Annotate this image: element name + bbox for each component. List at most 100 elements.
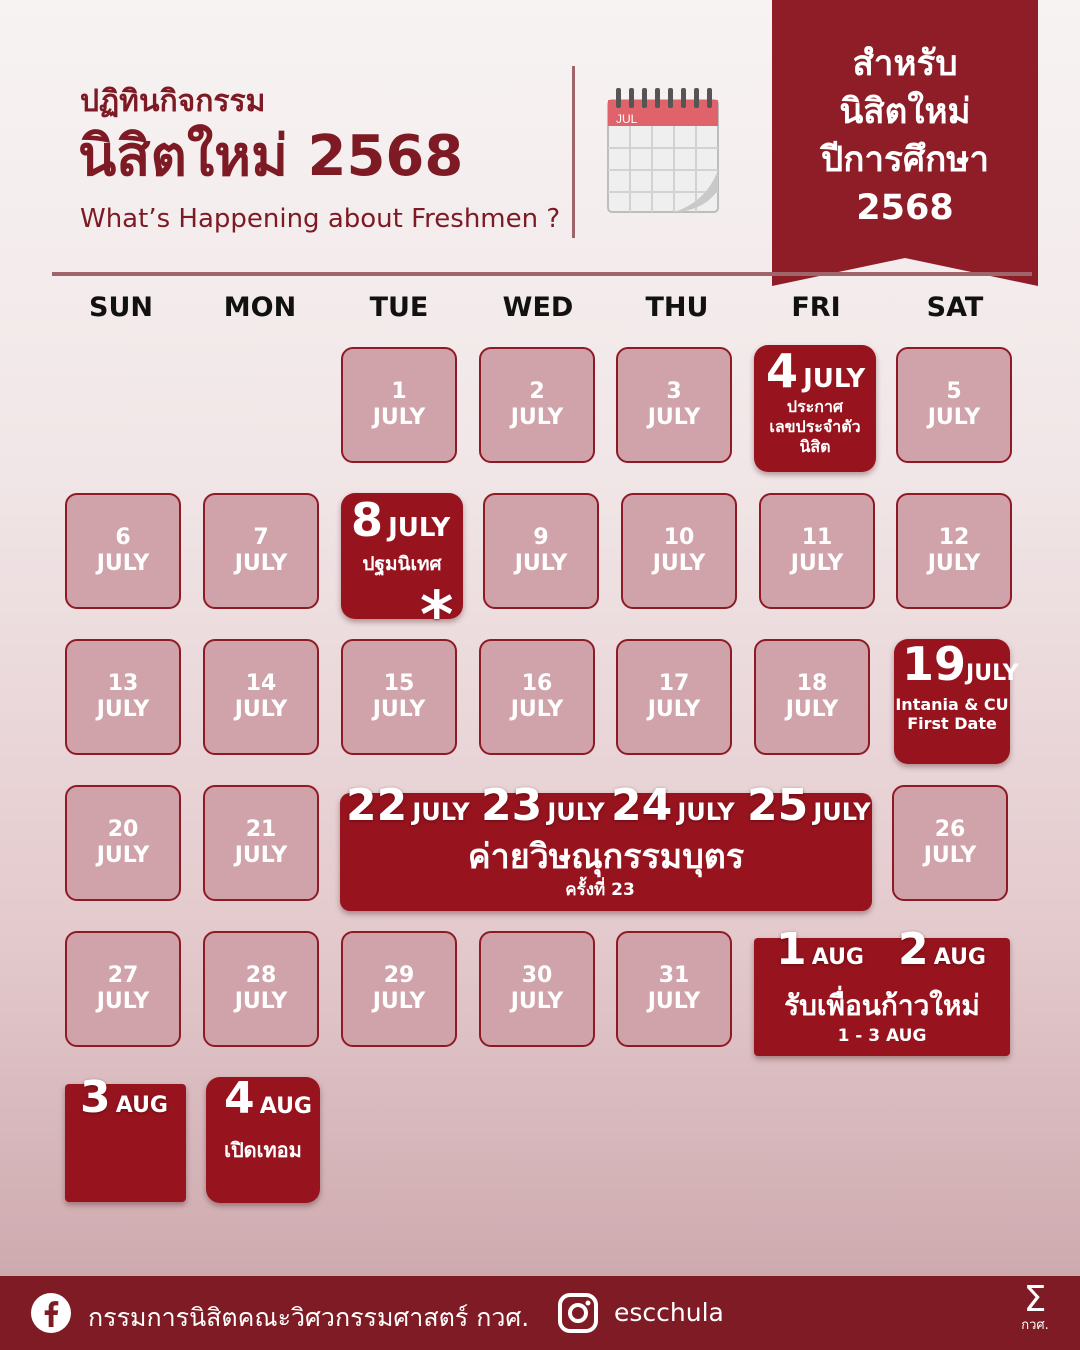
event-month: JULY — [966, 661, 1019, 686]
day-cell[interactable]: 20 JULY — [65, 785, 181, 901]
day-month: JULY — [785, 697, 839, 722]
event-3-aug-date: 3 AUG — [80, 1072, 168, 1123]
facebook-page-name[interactable]: กรรมการนิสิตคณะวิศวกรรมศาสตร์ กวศ. — [88, 1298, 529, 1338]
day-cell[interactable]: 21 JULY — [203, 785, 319, 901]
weekday-mon: MON — [223, 292, 297, 323]
day-cell[interactable]: 17 JULY — [616, 639, 732, 755]
day-number: 13 — [107, 671, 139, 696]
day-number: 27 — [107, 963, 139, 988]
day-month: JULY — [96, 551, 150, 576]
event-month: AUG — [259, 1094, 312, 1119]
banner: สำหรับ นิสิตใหม่ ปีการศึกษา 2568 — [772, 0, 1038, 286]
event-label-line: ประกาศ — [786, 397, 844, 416]
event-label-line: First Date — [907, 714, 997, 733]
day-cell[interactable]: 6 JULY — [65, 493, 181, 609]
welcome-title: รับเพื่อนก้าวใหม่ — [784, 989, 980, 1022]
esc-logo: Σ กวศ. — [1010, 1282, 1060, 1334]
day-cell[interactable]: 28 JULY — [203, 931, 319, 1047]
day-cell[interactable]: 29 JULY — [341, 931, 457, 1047]
event-4-july[interactable]: 4 JULY ประกาศ เลขประจำตัว นิสิต — [754, 345, 876, 472]
day-cell[interactable]: 9 JULY — [483, 493, 599, 609]
day-month: JULY — [96, 697, 150, 722]
day-month: JULY — [372, 989, 426, 1014]
day-cell[interactable]: 10 JULY — [621, 493, 737, 609]
calendar-divider — [52, 272, 1032, 276]
camp-subtitle: ครั้งที่ 23 — [565, 880, 635, 900]
day-cell[interactable]: 12 JULY — [896, 493, 1012, 609]
day-cell[interactable]: 3 JULY — [616, 347, 732, 463]
event-day: 25 — [747, 780, 809, 831]
day-number: 21 — [245, 817, 277, 842]
day-cell[interactable]: 26 JULY — [892, 785, 1008, 901]
day-cell[interactable]: 31 JULY — [616, 931, 732, 1047]
day-number: 1 — [391, 379, 407, 404]
banner-line-4: 2568 — [856, 188, 954, 228]
day-cell[interactable]: 11 JULY — [759, 493, 875, 609]
day-number: 26 — [934, 817, 966, 842]
welcome-day-1: 1 AUG — [776, 924, 864, 975]
event-label: ปฐมนิเทศ — [362, 553, 442, 575]
day-number: 10 — [663, 525, 695, 550]
title-line-2: นิสิตใหม่ 2568 — [78, 124, 464, 189]
day-cell[interactable]: 18 JULY — [754, 639, 870, 755]
day-number: 31 — [658, 963, 690, 988]
event-day: 2 — [898, 924, 929, 975]
title-line-1: ปฏิทินกิจกรรม — [80, 84, 266, 119]
event-month: JULY — [388, 513, 451, 543]
day-number: 16 — [521, 671, 553, 696]
day-cell[interactable]: 15 JULY — [341, 639, 457, 755]
day-cell[interactable]: 5 JULY — [896, 347, 1012, 463]
day-number: 17 — [658, 671, 690, 696]
weekday-sat: SAT — [926, 292, 984, 323]
event-month: JULY — [677, 798, 735, 826]
event-month: AUG — [811, 945, 864, 970]
banner-line-1: สำหรับ — [852, 44, 958, 84]
event-day: 3 — [80, 1072, 111, 1123]
day-month: JULY — [514, 551, 568, 576]
day-cell[interactable]: 14 JULY — [203, 639, 319, 755]
instagram-icon[interactable] — [557, 1292, 599, 1334]
day-number: 29 — [383, 963, 415, 988]
event-month: JULY — [547, 798, 605, 826]
event-label-line: เลขประจำตัว — [769, 417, 861, 436]
event-month: AUG — [115, 1093, 168, 1118]
instagram-handle[interactable]: escchula — [614, 1298, 724, 1327]
day-cell[interactable]: 27 JULY — [65, 931, 181, 1047]
day-cell[interactable]: 1 JULY — [341, 347, 457, 463]
day-cell[interactable]: 30 JULY — [479, 931, 595, 1047]
day-month: JULY — [790, 551, 844, 576]
day-number: 28 — [245, 963, 277, 988]
calendar-icon-month: JUL — [616, 112, 638, 126]
banner-line-3: ปีการศึกษา — [821, 140, 989, 180]
day-number: 30 — [521, 963, 553, 988]
day-cell[interactable]: 2 JULY — [479, 347, 595, 463]
event-label: เปิดเทอม — [224, 1138, 302, 1162]
day-number: 6 — [115, 525, 131, 550]
camp-day-22: 22 JULY — [346, 780, 470, 831]
day-number: 2 — [529, 379, 545, 404]
day-cell[interactable]: 13 JULY — [65, 639, 181, 755]
event-day: 23 — [481, 780, 543, 831]
weekday-tue: TUE — [369, 292, 429, 323]
event-month: JULY — [412, 798, 470, 826]
camp-day-25: 25 JULY — [747, 780, 871, 831]
day-month: JULY — [927, 405, 981, 430]
event-19-july[interactable]: 19JULY Intania & CU First Date — [894, 639, 1019, 764]
day-cell[interactable]: 7 JULY — [203, 493, 319, 609]
event-month: JULY — [803, 364, 866, 394]
day-number: 18 — [796, 671, 828, 696]
camp-title: ค่ายวิษณุกรรมบุตร — [467, 837, 745, 877]
asterisk-mark: * — [420, 579, 454, 653]
event-month: AUG — [933, 945, 986, 970]
event-label-line: นิสิต — [799, 437, 831, 456]
camp-day-24: 24 JULY — [611, 780, 735, 831]
day-number: 12 — [938, 525, 970, 550]
weekday-thu: THU — [645, 292, 709, 323]
day-cell[interactable]: 16 JULY — [479, 639, 595, 755]
logo-text: กวศ. — [1021, 1318, 1049, 1333]
event-4-aug[interactable]: 4 AUG เปิดเทอม — [206, 1073, 320, 1203]
facebook-icon[interactable] — [30, 1292, 72, 1334]
header-divider — [572, 66, 575, 238]
calendar-icon: JUL — [606, 86, 720, 214]
day-month: JULY — [372, 697, 426, 722]
